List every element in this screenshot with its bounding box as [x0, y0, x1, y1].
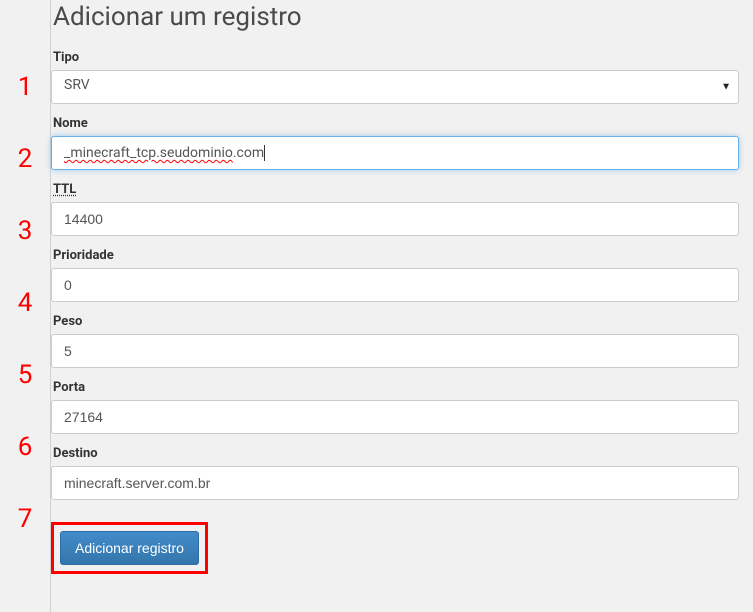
input-destino[interactable] [51, 466, 739, 500]
label-destino: Destino [51, 446, 739, 461]
field-destino: Destino [51, 446, 739, 500]
annotation-num-1: 1 [0, 74, 50, 100]
annotation-num-5: 5 [0, 362, 50, 388]
page-title: Adicionar um registro [51, 2, 739, 32]
label-porta: Porta [51, 380, 739, 395]
field-porta: Porta [51, 380, 739, 434]
annotation-num-7: 7 [0, 506, 50, 532]
field-prioridade: Prioridade [51, 248, 739, 302]
input-peso[interactable] [51, 334, 739, 368]
add-record-button[interactable]: Adicionar registro [60, 531, 199, 565]
field-tipo: Tipo SRV ▼ [51, 50, 739, 104]
form-container: Adicionar um registro Tipo SRV ▼ Nome _m… [51, 0, 753, 612]
field-peso: Peso [51, 314, 739, 368]
text-cursor [264, 145, 265, 161]
field-ttl: TTL [51, 182, 739, 236]
label-nome: Nome [51, 116, 739, 131]
input-nome-text-spellcheck: _minecraft_tcp.seudominio [64, 145, 233, 161]
annotation-num-4: 4 [0, 290, 50, 316]
field-nome: Nome _minecraft_tcp.seudominio.com [51, 116, 739, 170]
select-tipo[interactable]: SRV [51, 70, 739, 104]
annotation-num-3: 3 [0, 218, 50, 244]
input-nome[interactable]: _minecraft_tcp.seudominio.com [51, 136, 739, 170]
annotation-numbers: 1 2 3 4 5 6 7 [0, 0, 50, 612]
input-prioridade[interactable] [51, 268, 739, 302]
annotation-num-6: 6 [0, 434, 50, 460]
label-prioridade: Prioridade [51, 248, 739, 263]
input-ttl[interactable] [51, 202, 739, 236]
label-peso: Peso [51, 314, 739, 329]
button-highlight-box: Adicionar registro [51, 522, 208, 574]
label-tipo: Tipo [51, 50, 739, 65]
label-ttl: TTL [51, 182, 739, 197]
input-nome-text-rest: .com [233, 145, 264, 161]
annotation-num-2: 2 [0, 146, 50, 172]
input-porta[interactable] [51, 400, 739, 434]
